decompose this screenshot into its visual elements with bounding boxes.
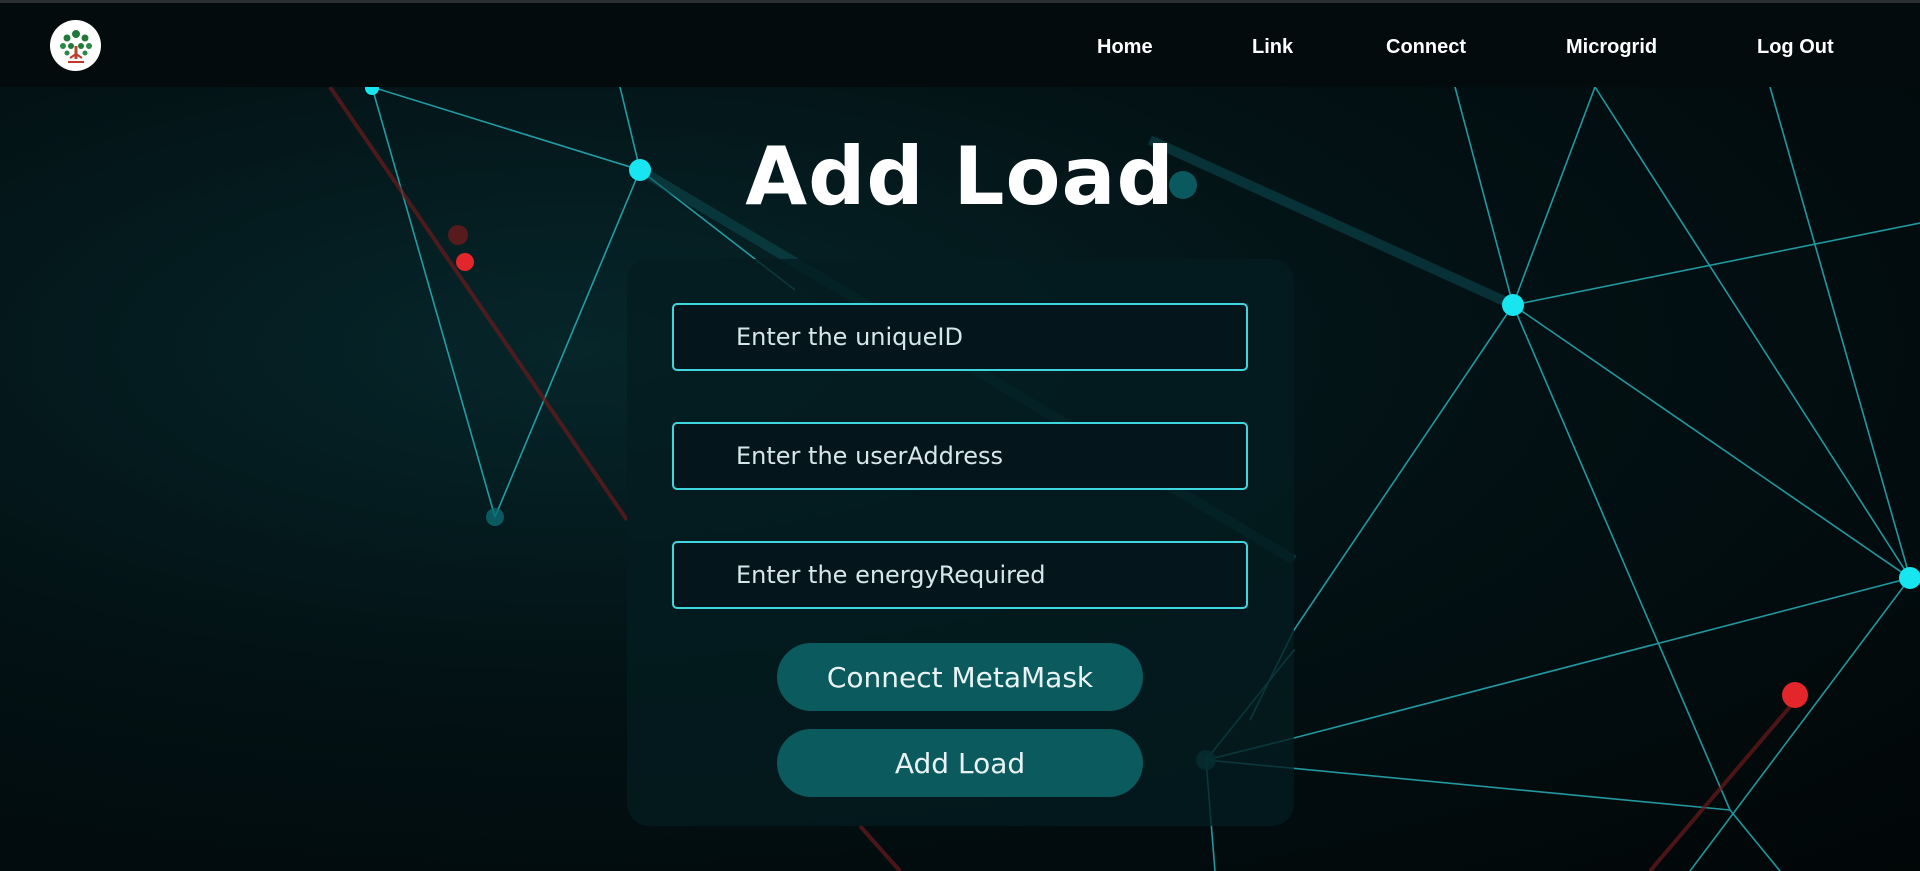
user-address-input[interactable] <box>672 422 1248 490</box>
nav-microgrid-link[interactable]: Microgrid <box>1566 36 1657 59</box>
nav-home-link[interactable]: Home <box>1097 36 1153 59</box>
unique-id-input[interactable] <box>672 303 1248 371</box>
nav-links: Home Link Connect Microgrid Log Out <box>0 3 1920 87</box>
nav-link-link[interactable]: Link <box>1252 36 1293 59</box>
nav-logout-link[interactable]: Log Out <box>1757 36 1834 59</box>
energy-required-input[interactable] <box>672 541 1248 609</box>
page-title: Add Load <box>745 130 1175 223</box>
add-load-button[interactable]: Add Load <box>777 729 1143 797</box>
nav-connect-link[interactable]: Connect <box>1386 36 1466 59</box>
connect-metamask-button[interactable]: Connect MetaMask <box>777 643 1143 711</box>
navbar: Home Link Connect Microgrid Log Out <box>0 3 1920 87</box>
